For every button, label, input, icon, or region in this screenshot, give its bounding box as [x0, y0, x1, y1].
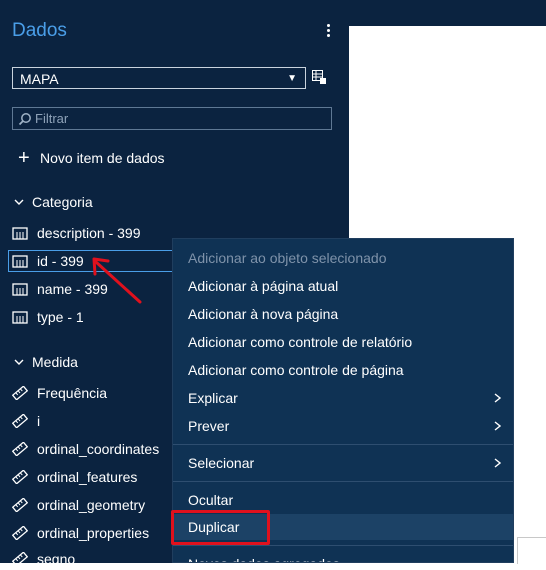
panel-title: Dados — [12, 20, 67, 41]
menu-item-select[interactable]: Selecionar — [173, 450, 513, 476]
chevron-down-icon — [14, 199, 24, 205]
new-data-item-button[interactable]: + Novo item de dados — [18, 147, 165, 169]
chevron-down-icon — [14, 359, 24, 365]
category-icon — [12, 255, 28, 268]
measure-item-label: ordinal_features — [37, 469, 138, 485]
measure-item-label: ordinal_properties — [37, 525, 150, 541]
filter-field[interactable] — [12, 107, 332, 130]
more-options-icon[interactable] — [322, 22, 334, 42]
data-source-value: MAPA — [20, 71, 59, 87]
category-item-label: id - 399 — [37, 253, 84, 269]
plus-icon: + — [18, 147, 30, 169]
measure-icon — [12, 386, 28, 400]
measure-item[interactable]: i — [12, 410, 40, 432]
menu-separator — [173, 444, 513, 445]
menu-item-add-to-new-page[interactable]: Adicionar à nova página — [173, 301, 513, 327]
menu-item-add-as-report-control[interactable]: Adicionar como controle de relatório — [173, 329, 513, 355]
canvas-header — [349, 0, 546, 26]
category-icon — [12, 311, 28, 324]
measure-item[interactable]: ordinal_geometry — [12, 494, 145, 516]
measure-icon — [12, 526, 28, 540]
menu-item-predict[interactable]: Prever — [173, 413, 513, 439]
chevron-right-icon — [494, 421, 501, 431]
menu-item-explain[interactable]: Explicar — [173, 385, 513, 411]
new-data-item-label: Novo item de dados — [40, 150, 165, 166]
measure-item-label: Frequência — [37, 385, 108, 401]
category-section-header[interactable]: Categoria — [14, 194, 93, 210]
category-item[interactable]: description - 399 — [12, 222, 141, 244]
chevron-right-icon — [494, 393, 501, 403]
measure-section-header[interactable]: Medida — [14, 354, 78, 370]
menu-item-add-to-current-page[interactable]: Adicionar à página atual — [173, 273, 513, 299]
measure-icon — [12, 498, 28, 512]
category-icon — [12, 227, 28, 240]
measure-item-label: ordinal_geometry — [37, 497, 146, 513]
category-icon — [12, 283, 28, 296]
menu-item-select-label: Selecionar — [188, 455, 255, 471]
menu-item-explain-label: Explicar — [188, 390, 238, 406]
menu-item-add-to-selected-object: Adicionar ao objeto selecionado — [188, 250, 387, 266]
measure-icon — [12, 552, 28, 566]
canvas-object-edge — [517, 537, 546, 564]
category-item-label: description - 399 — [37, 225, 141, 241]
menu-item-new-aggregated-data[interactable]: Novos dados agregados — [173, 551, 513, 562]
duplicate-highlight-box — [171, 510, 270, 545]
measure-item-label: ordinal_coordinates — [37, 441, 160, 457]
measure-icon — [12, 442, 28, 456]
chevron-down-icon: ▼ — [287, 73, 297, 84]
measure-icon — [12, 470, 28, 484]
annotation-arrow — [92, 257, 142, 304]
menu-separator — [173, 545, 513, 546]
measure-item[interactable]: ordinal_features — [12, 466, 137, 488]
measure-item[interactable]: ordinal_properties — [12, 522, 149, 544]
measure-item[interactable]: ordinal_coordinates — [12, 438, 159, 460]
data-table-icon[interactable] — [312, 70, 326, 84]
measure-item-label: segno — [37, 551, 76, 567]
search-icon — [18, 113, 31, 126]
measure-item[interactable]: Frequência — [12, 382, 107, 404]
menu-separator — [173, 481, 513, 482]
filter-input[interactable] — [35, 110, 325, 127]
data-source-select[interactable]: MAPA ▼ — [12, 67, 306, 89]
menu-item-add-as-page-control[interactable]: Adicionar como controle de página — [173, 357, 513, 383]
category-section-label: Categoria — [32, 194, 93, 210]
category-item[interactable]: type - 1 — [12, 306, 84, 328]
measure-item-label: i — [37, 413, 41, 429]
measure-item[interactable]: segno — [12, 548, 75, 570]
menu-item-predict-label: Prever — [188, 418, 230, 434]
category-item-label: type - 1 — [37, 309, 84, 325]
measure-icon — [12, 414, 28, 428]
chevron-right-icon — [494, 458, 501, 468]
measure-section-label: Medida — [32, 354, 78, 370]
